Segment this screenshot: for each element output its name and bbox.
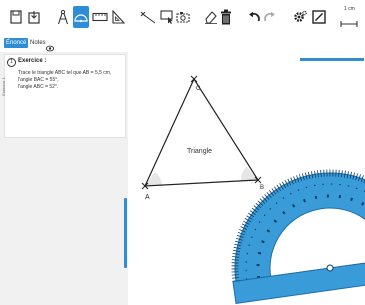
point-c-label: C bbox=[196, 86, 201, 92]
point-c-mark bbox=[190, 75, 198, 83]
point-a-label: A bbox=[145, 194, 150, 201]
protractor-center bbox=[326, 264, 334, 272]
protractor-tool bbox=[231, 169, 365, 304]
triangle-label: Triangle bbox=[187, 148, 212, 155]
point-b-label: B bbox=[260, 185, 264, 191]
triangle bbox=[144, 77, 260, 187]
canvas-drawing: Triangle A B C bbox=[141, 75, 365, 304]
angle-b-marker bbox=[240, 166, 258, 181]
